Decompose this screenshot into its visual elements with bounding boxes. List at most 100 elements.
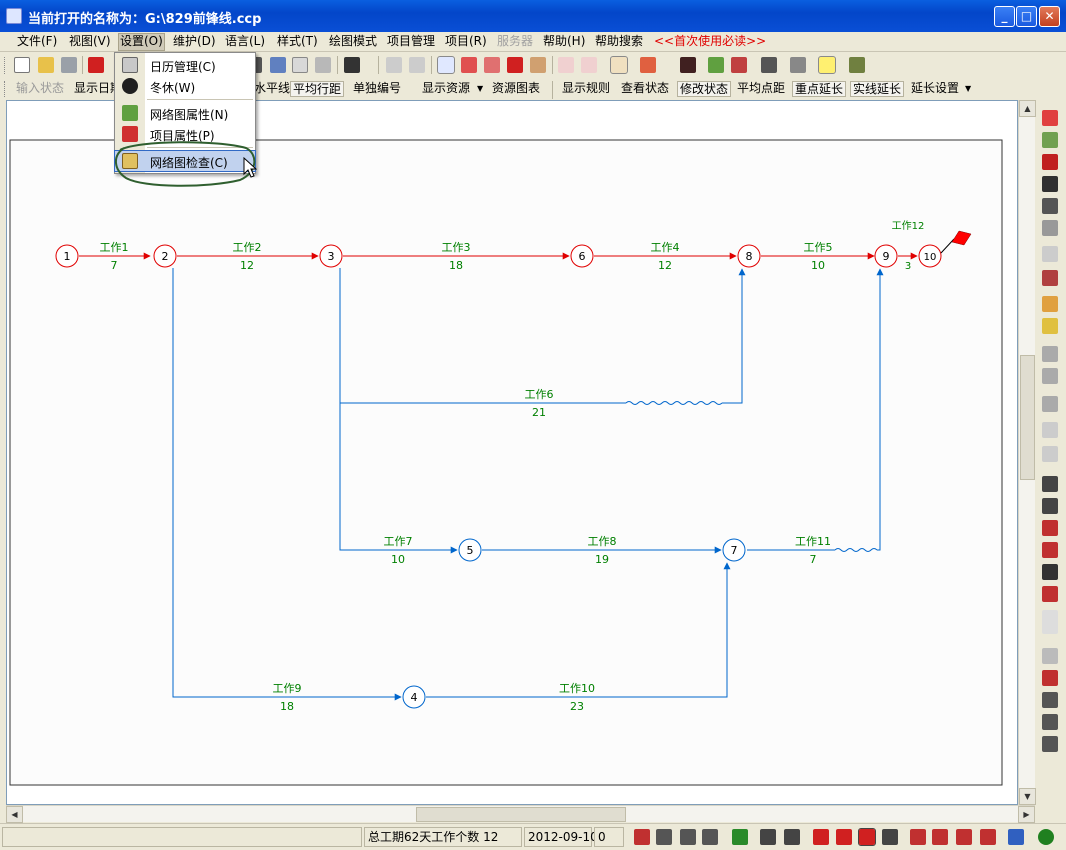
- menu-project-management[interactable]: 项目管理: [386, 34, 436, 50]
- average-row-spacing-button[interactable]: 平均行距: [290, 81, 345, 97]
- add-task-icon[interactable]: [1042, 110, 1058, 126]
- print-preview-icon[interactable]: [761, 57, 777, 73]
- export-icon[interactable]: [88, 57, 104, 73]
- layer-down-icon[interactable]: [1042, 396, 1058, 412]
- set-icon[interactable]: [1042, 270, 1058, 286]
- lines-icon[interactable]: [1042, 422, 1058, 438]
- modify-state-button[interactable]: 修改状态: [677, 81, 732, 97]
- node-tool-icon[interactable]: [1042, 132, 1058, 148]
- gantt-icon[interactable]: [461, 57, 477, 73]
- lightbulb-icon[interactable]: [818, 56, 836, 74]
- align-left-icon[interactable]: [910, 829, 926, 845]
- separate-numbering-button[interactable]: 单独编号: [351, 81, 403, 97]
- paste-icon[interactable]: [315, 57, 331, 73]
- extend-settings-dropdown-icon[interactable]: ▼: [965, 81, 975, 97]
- input-state-button[interactable]: 输入状态: [14, 81, 66, 97]
- scroll-up-arrow-icon[interactable]: ▲: [1019, 100, 1036, 117]
- pan-hand-icon[interactable]: [1042, 476, 1058, 492]
- option-4-icon[interactable]: [858, 828, 876, 846]
- view-table-icon[interactable]: [656, 829, 672, 845]
- save-icon[interactable]: [61, 57, 77, 73]
- zoom-area-icon[interactable]: [1042, 542, 1058, 558]
- print-icon[interactable]: [732, 829, 748, 845]
- zoom-out-icon[interactable]: [1042, 520, 1058, 536]
- view-state-button[interactable]: 查看状态: [619, 81, 671, 97]
- key-extend-button[interactable]: 重点延长: [792, 81, 847, 97]
- hyperlink-icon[interactable]: [1042, 296, 1058, 312]
- zoom-in-icon[interactable]: [1042, 498, 1058, 514]
- clock-icon[interactable]: [1042, 670, 1058, 686]
- layer-mid-icon[interactable]: [1042, 368, 1058, 384]
- select-pointer-icon[interactable]: [1042, 154, 1058, 170]
- list-icon[interactable]: [1042, 692, 1058, 708]
- monitor-icon[interactable]: [760, 829, 776, 845]
- horizontal-scroll-thumb[interactable]: [416, 807, 626, 822]
- menu-item-calendar-management[interactable]: 日历管理(C): [115, 55, 255, 75]
- swap-icon[interactable]: [1042, 714, 1058, 730]
- solid-extend-button[interactable]: 实线延长: [850, 81, 905, 97]
- scroll-left-arrow-icon[interactable]: ◀: [6, 806, 23, 823]
- grid-icon[interactable]: [1042, 446, 1058, 462]
- maximize-button[interactable]: □: [1016, 6, 1037, 27]
- scroll-right-arrow-icon[interactable]: ▶: [1018, 806, 1035, 823]
- library-icon[interactable]: [680, 57, 696, 73]
- show-rules-button[interactable]: 显示规则: [560, 81, 612, 97]
- move-icon[interactable]: [1042, 176, 1058, 192]
- window-icon[interactable]: [784, 829, 800, 845]
- menu-project[interactable]: 项目(R): [444, 34, 488, 50]
- menu-item-winter-break[interactable]: 冬休(W): [115, 76, 255, 96]
- zoom-fit-icon[interactable]: [1042, 564, 1058, 580]
- project-properties-toolbar-icon[interactable]: [731, 57, 747, 73]
- show-resource-dropdown-icon[interactable]: ▼: [477, 81, 487, 97]
- redo-icon[interactable]: [409, 57, 425, 73]
- text-icon[interactable]: [1042, 318, 1058, 334]
- new-file-icon[interactable]: [14, 57, 30, 73]
- resource-icon[interactable]: [530, 57, 546, 73]
- text-align-icon[interactable]: [882, 829, 898, 845]
- menu-style[interactable]: 样式(T): [276, 34, 319, 50]
- airplane-icon[interactable]: [790, 57, 806, 73]
- fit-page-icon[interactable]: [1008, 829, 1024, 845]
- distribute-icon[interactable]: [980, 829, 996, 845]
- resource-chart-button[interactable]: 资源图表: [490, 81, 542, 97]
- curve-icon[interactable]: [507, 57, 523, 73]
- cut-icon[interactable]: [270, 57, 286, 73]
- minimize-button[interactable]: _: [994, 6, 1015, 27]
- close-button[interactable]: ✕: [1039, 6, 1060, 27]
- align-center-icon[interactable]: [932, 829, 948, 845]
- option-3-icon[interactable]: [836, 829, 852, 845]
- chart-icon[interactable]: [610, 56, 628, 74]
- menu-maintain[interactable]: 维护(D): [172, 34, 217, 50]
- align-right-icon[interactable]: [956, 829, 972, 845]
- option-2-icon[interactable]: [813, 829, 829, 845]
- zoom-100-icon[interactable]: [1042, 610, 1058, 634]
- vertical-scrollbar[interactable]: ▲ ▼: [1018, 100, 1036, 805]
- copy-icon[interactable]: [292, 57, 308, 73]
- extend-settings-button[interactable]: 延长设置: [909, 81, 961, 97]
- menu-settings[interactable]: 设置(O): [118, 33, 165, 51]
- scroll-down-arrow-icon[interactable]: ▼: [1019, 788, 1036, 805]
- menu-file[interactable]: 文件(F): [16, 34, 58, 50]
- vertical-scroll-thumb[interactable]: [1020, 355, 1035, 480]
- brush-icon[interactable]: [1042, 246, 1058, 262]
- align-top-icon[interactable]: [558, 57, 574, 73]
- align-bottom-icon[interactable]: [581, 57, 597, 73]
- diagram-canvas[interactable]: 1 2 3 4 5 6 7 8 9 10 工作1 7 工作2 12 工作3 18…: [6, 100, 1018, 805]
- undo-icon[interactable]: [386, 57, 402, 73]
- menu-draw-mode[interactable]: 绘图模式: [328, 34, 378, 50]
- layout-icon[interactable]: [1042, 736, 1058, 752]
- view-network-icon[interactable]: [634, 829, 650, 845]
- menu-view[interactable]: 视图(V): [68, 34, 112, 50]
- eraser-icon[interactable]: [1042, 220, 1058, 236]
- layer-up-icon[interactable]: [1042, 346, 1058, 362]
- menu-server[interactable]: 服务器: [496, 34, 534, 50]
- calendar-icon[interactable]: [1042, 648, 1058, 664]
- horizontal-scrollbar[interactable]: ◀ ▶: [6, 805, 1035, 823]
- view-split-icon[interactable]: [680, 829, 696, 845]
- menu-help-search[interactable]: 帮助搜索: [594, 34, 644, 50]
- table-view-icon[interactable]: [484, 57, 500, 73]
- network-view-icon[interactable]: [437, 56, 455, 74]
- lock-icon[interactable]: [849, 57, 865, 73]
- connect-icon[interactable]: [1042, 198, 1058, 214]
- open-folder-icon[interactable]: [38, 57, 54, 73]
